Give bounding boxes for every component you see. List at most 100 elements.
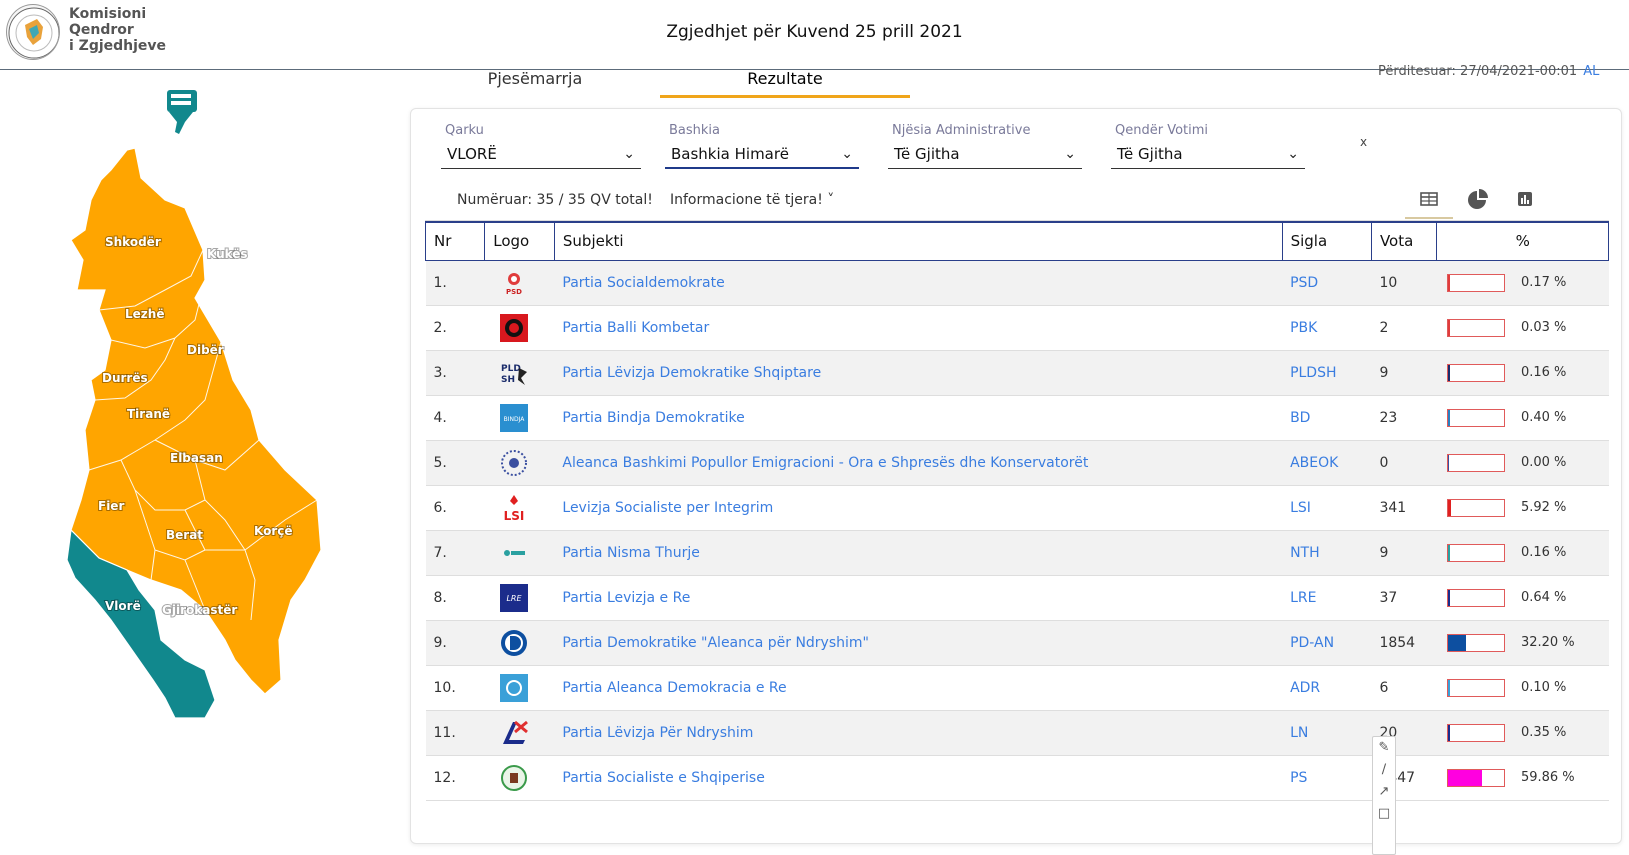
row-sigla-link[interactable]: LSI [1282, 485, 1372, 531]
qarku-select-value: VLORË [447, 145, 497, 163]
row-sigla-link[interactable]: LN [1282, 710, 1372, 756]
row-sigla-link[interactable]: PD-AN [1282, 620, 1372, 666]
row-subject-link[interactable]: Partia Lëvizja Për Ndryshim [554, 710, 1283, 756]
row-subject-link[interactable]: Partia Nisma Thurje [554, 530, 1283, 576]
arrow-icon[interactable]: ↗ [1373, 781, 1395, 803]
last-updated-text: Përditesuar: 27/04/2021-00:01 [1378, 64, 1578, 79]
row-logo-cell [484, 440, 555, 486]
row-percent: 0.40 % [1520, 410, 1567, 425]
row-percent: 0.10 % [1520, 680, 1567, 695]
percent-bar-fill [1447, 679, 1450, 696]
row-subject-link[interactable]: Partia Levizja e Re [554, 575, 1283, 621]
header-subject[interactable]: Subjekti [553, 221, 1283, 261]
row-sigla-link[interactable]: NTH [1282, 530, 1372, 576]
row-sigla-link[interactable]: PLDSH [1282, 350, 1372, 396]
row-percent: 0.64 % [1520, 590, 1567, 605]
table-row[interactable]: 6. LSI Levizja Socialiste per Integrim LSI 3… [425, 485, 1609, 531]
more-info-toggle[interactable]: Informacione të tjera! ˅ [670, 192, 834, 208]
filter-qender: Qendër Votimi Të Gjitha ⌄ [1111, 123, 1305, 169]
brand-line-1: Komisioni [69, 6, 147, 22]
tab-results[interactable]: Rezultate [660, 66, 910, 98]
header-percent[interactable]: % [1436, 221, 1609, 261]
line-icon[interactable]: ∕ [1373, 759, 1395, 781]
drawing-toolbar: ✎ ∕ ↗ □ [1372, 736, 1396, 855]
row-nr: 3. [425, 350, 485, 396]
row-percent-cell: 0.00 % [1436, 440, 1609, 486]
row-percent: 0.35 % [1520, 725, 1567, 740]
row-sigla-link[interactable]: ABEOK [1282, 440, 1372, 486]
row-subject-link[interactable]: Partia Balli Kombetar [554, 305, 1283, 351]
tab-participation[interactable]: Pjesëmarrja [430, 66, 640, 98]
row-percent: 0.17 % [1520, 275, 1567, 290]
clear-filters-button[interactable]: x [1360, 135, 1367, 149]
header-sigla[interactable]: Sigla [1281, 221, 1372, 261]
lre-logo: LRE [499, 583, 529, 613]
map-label-durres: Durrës [102, 371, 148, 385]
row-subject-link[interactable]: Partia Aleanca Demokracia e Re [554, 665, 1283, 711]
table-row[interactable]: 4. BINDJA Partia Bindja Demokratike BD 23 0.4… [425, 395, 1609, 441]
qarku-select[interactable]: VLORË ⌄ [441, 141, 641, 169]
row-percent: 0.00 % [1520, 455, 1567, 470]
row-sigla-link[interactable]: PBK [1282, 305, 1372, 351]
row-sigla-link[interactable]: ADR [1282, 665, 1372, 711]
language-switch[interactable]: AL [1583, 64, 1599, 79]
pen-icon[interactable]: ✎ [1373, 737, 1395, 759]
percent-bar-fill [1447, 499, 1451, 516]
percent-bar [1446, 678, 1505, 697]
bashkia-select[interactable]: Bashkia Himarë ⌄ [665, 141, 859, 169]
header-logo[interactable]: Logo [484, 221, 555, 261]
row-percent-cell: 0.10 % [1436, 665, 1609, 711]
table-row[interactable]: 12. Partia Socialiste e Shqiperise PS 3447 5… [425, 755, 1609, 801]
row-logo-cell: PLD SH [484, 350, 555, 396]
row-subject-link[interactable]: Levizja Socialiste per Integrim [554, 485, 1283, 531]
svg-text:PLD: PLD [501, 364, 521, 374]
row-subject-link[interactable]: Aleanca Bashkimi Popullor Emigracioni - … [554, 440, 1283, 486]
row-sigla-link[interactable]: PS [1282, 755, 1372, 801]
table-row[interactable]: 3. PLD SH Partia Lëvizja Demokratike Shqipt… [425, 350, 1609, 396]
njesia-select[interactable]: Të Gjitha ⌄ [888, 141, 1082, 169]
row-sigla-link[interactable]: PSD [1282, 260, 1372, 306]
row-sigla-link[interactable]: LRE [1282, 575, 1372, 621]
table-row[interactable]: 9. Partia Demokratike "Aleanca për Ndrysh… [425, 620, 1609, 666]
table-row[interactable]: 1. PSD Partia Socialdemokrate PSD 10 0.17 % [425, 260, 1609, 306]
rectangle-icon[interactable]: □ [1373, 803, 1395, 825]
table-row[interactable]: 11. Partia Lëvizja Për Ndryshim LN 20 0.35 % [425, 710, 1609, 756]
header-nr[interactable]: Nr [424, 221, 486, 261]
svg-text:BINDJA: BINDJA [503, 416, 525, 423]
table-row[interactable]: 2. Partia Balli Kombetar PBK 2 0.03 % [425, 305, 1609, 351]
chevron-down-icon: ⌄ [1287, 146, 1299, 162]
map-label-gjirokaster: Gjirokastër [162, 603, 237, 617]
bar-view-button[interactable] [1501, 185, 1549, 219]
bd-logo: BINDJA [499, 403, 529, 433]
results-panel: Qarku VLORË ⌄ Bashkia Bashkia Himarë ⌄ N… [410, 108, 1622, 844]
ln-logo [499, 718, 529, 748]
page-title: Zgjedhjet për Kuvend 25 prill 2021 [666, 22, 963, 42]
row-subject-link[interactable]: Partia Socialiste e Shqiperise [554, 755, 1283, 801]
table-row[interactable]: 8. LRE Partia Levizja e Re LRE 37 0.64 % [425, 575, 1609, 621]
row-percent-cell: 0.35 % [1436, 710, 1609, 756]
psd-logo: PSD [499, 268, 529, 298]
percent-bar-fill [1447, 769, 1482, 786]
pbk-logo [499, 313, 529, 343]
njesia-select-value: Të Gjitha [894, 145, 960, 163]
header: Komisioni Qendror i Zgjedhjeve Zgjedhjet… [0, 0, 1629, 70]
row-nr: 5. [425, 440, 485, 486]
row-subject-link[interactable]: Partia Bindja Demokratike [554, 395, 1283, 441]
row-subject-link[interactable]: Partia Socialdemokrate [554, 260, 1283, 306]
row-percent-cell: 59.86 % [1436, 755, 1609, 801]
table-row[interactable]: 5. Aleanca Bashkimi Popullor Emigracioni … [425, 440, 1609, 486]
percent-bar [1446, 318, 1505, 337]
qender-select[interactable]: Të Gjitha ⌄ [1111, 141, 1305, 169]
row-subject-link[interactable]: Partia Lëvizja Demokratike Shqiptare [554, 350, 1283, 396]
pie-view-button[interactable] [1453, 185, 1501, 219]
row-subject-link[interactable]: Partia Demokratike "Aleanca për Ndryshim… [554, 620, 1283, 666]
table-view-button[interactable] [1405, 185, 1453, 219]
row-sigla-link[interactable]: BD [1282, 395, 1372, 441]
table-row[interactable]: 7. Partia Nisma Thurje NTH 9 0.16 % [425, 530, 1609, 576]
table-row[interactable]: 10. Partia Aleanca Demokracia e Re ADR 6 0.1… [425, 665, 1609, 711]
header-votes[interactable]: Vota [1370, 221, 1438, 261]
row-votes: 9 [1371, 350, 1437, 396]
row-nr: 10. [425, 665, 485, 711]
pointer-hand-icon[interactable] [167, 90, 197, 134]
percent-bar [1446, 543, 1505, 562]
